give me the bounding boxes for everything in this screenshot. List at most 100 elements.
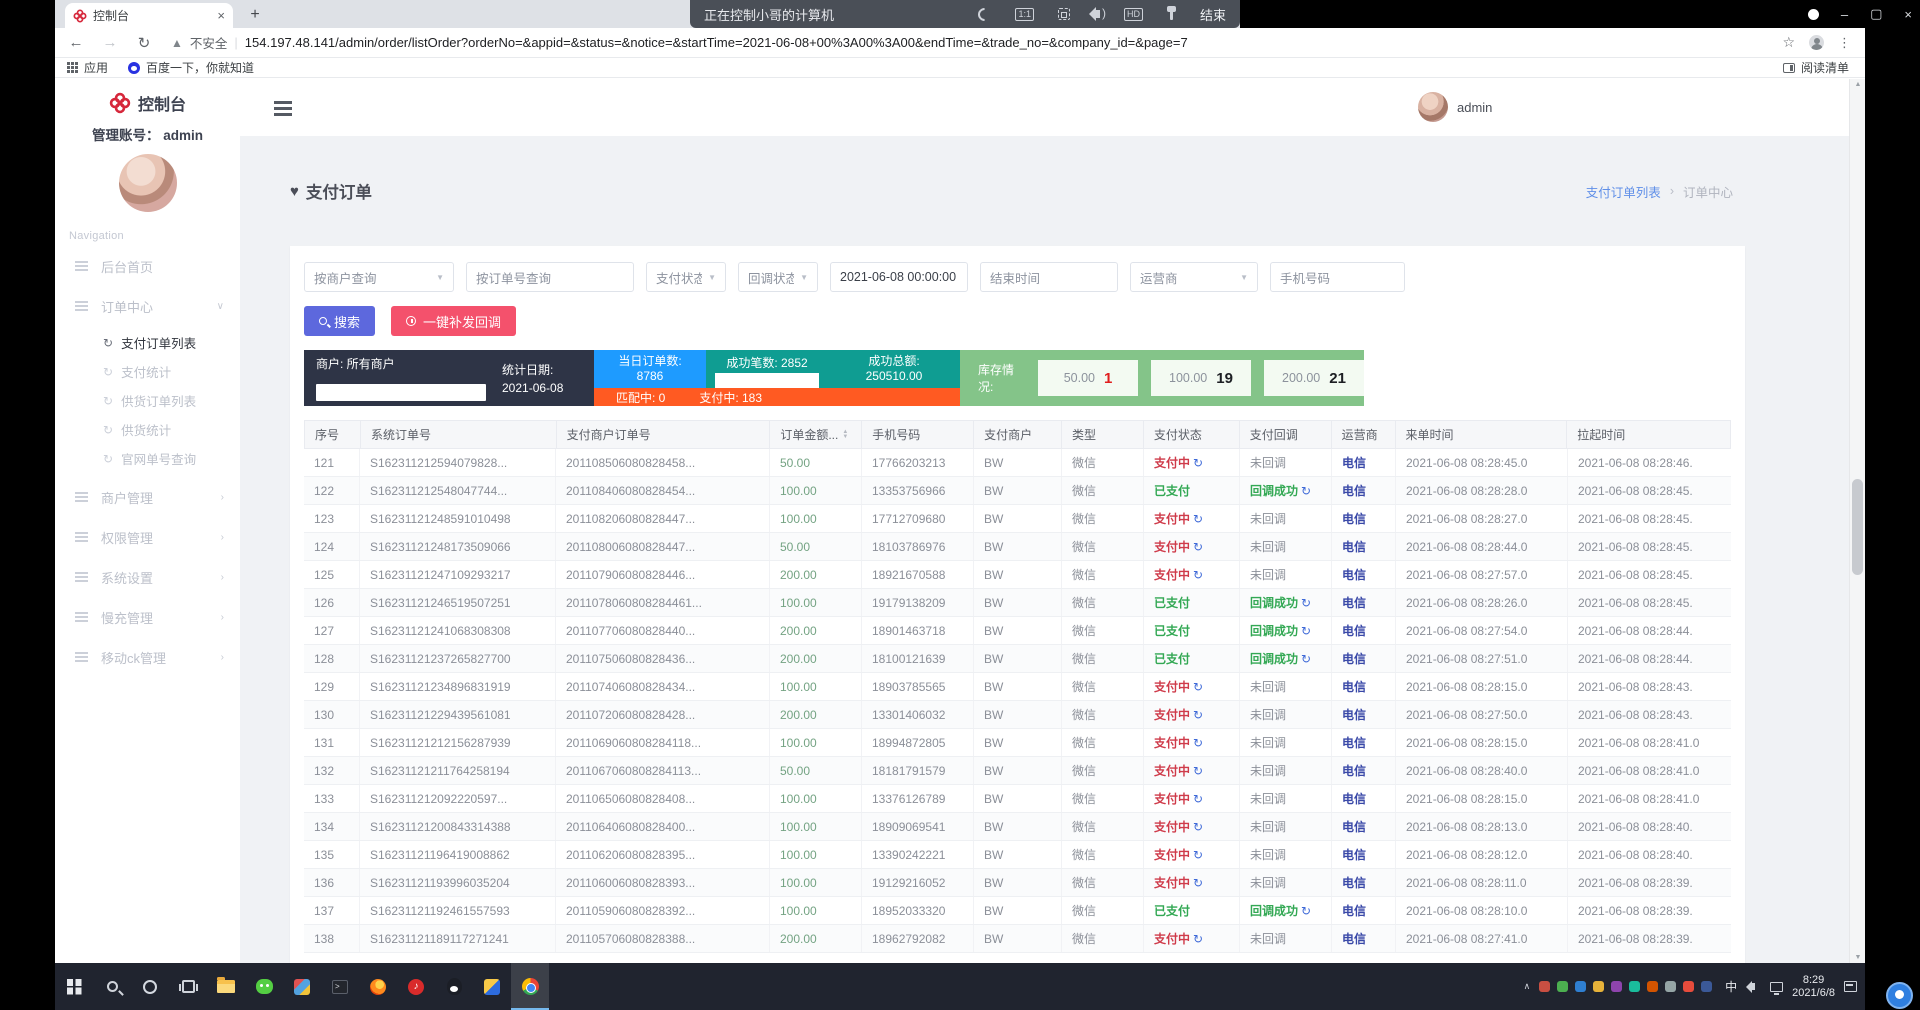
refresh-callback-icon[interactable]: ↻: [1301, 904, 1311, 918]
profile-icon[interactable]: [1809, 35, 1824, 50]
refresh-status-icon[interactable]: ↻: [1193, 848, 1203, 862]
refresh-status-icon[interactable]: ↻: [1193, 540, 1203, 554]
tab-close-icon[interactable]: ×: [217, 8, 225, 23]
taskbar-start-icon[interactable]: [55, 963, 93, 1010]
browser-menu-icon[interactable]: ⋮: [1838, 35, 1851, 51]
restore-icon[interactable]: ▢: [1870, 6, 1882, 22]
minimize-icon[interactable]: –: [1841, 7, 1848, 22]
voice-call-icon[interactable]: [976, 5, 994, 23]
refresh-status-icon[interactable]: ↻: [1193, 820, 1203, 834]
sidebar-subitem[interactable]: ↻官网单号查询: [55, 444, 240, 473]
network-icon[interactable]: [1770, 982, 1783, 992]
apps-grid-icon[interactable]: [67, 62, 78, 73]
tray-icon-2[interactable]: [1575, 981, 1586, 992]
tray-icon-6[interactable]: [1647, 981, 1658, 992]
sidebar-item[interactable]: 订单中心∨: [55, 286, 240, 326]
taskbar-firefox-icon[interactable]: [359, 963, 397, 1010]
refresh-status-icon[interactable]: ↻: [1193, 876, 1203, 890]
filter-input[interactable]: 2021-06-08 00:00:00: [830, 262, 968, 292]
refresh-callback-icon[interactable]: ↻: [1301, 652, 1311, 666]
topbar-user[interactable]: admin: [1418, 92, 1492, 122]
tray-icon-8[interactable]: [1683, 981, 1694, 992]
sidebar-item[interactable]: 系统设置›: [55, 557, 240, 597]
refresh-status-icon[interactable]: ↻: [1193, 708, 1203, 722]
resend-callback-button[interactable]: 一键补发回调: [391, 306, 516, 336]
search-button[interactable]: 搜索: [304, 306, 375, 336]
back-icon[interactable]: ←: [63, 34, 89, 51]
tray-expand-icon[interactable]: ∧: [1524, 981, 1531, 992]
tray-icon-9[interactable]: [1701, 981, 1712, 992]
refresh-status-icon[interactable]: ↻: [1193, 680, 1203, 694]
taskbar-chrome-icon[interactable]: [511, 963, 549, 1010]
refresh-status-icon[interactable]: ↻: [1193, 932, 1203, 946]
bookmark-star-icon[interactable]: ☆: [1782, 34, 1795, 51]
taskbar-task-view-icon[interactable]: [169, 963, 207, 1010]
end-session-button[interactable]: 结束: [1200, 5, 1226, 24]
refresh-status-icon[interactable]: ↻: [1193, 736, 1203, 750]
tray-icon-7[interactable]: [1665, 981, 1676, 992]
reading-list-label[interactable]: 阅读清单: [1801, 59, 1849, 76]
breadcrumb-parent[interactable]: 订单中心: [1683, 182, 1733, 201]
refresh-status-icon[interactable]: ↻: [1193, 764, 1203, 778]
sidebar-item[interactable]: 后台首页: [55, 246, 240, 286]
filter-input[interactable]: 结束时间: [980, 262, 1118, 292]
filter-select[interactable]: 支付状态▼: [646, 262, 726, 292]
refresh-status-icon[interactable]: ↻: [1193, 792, 1203, 806]
sidebar-subitem[interactable]: ↻供货订单列表: [55, 386, 240, 415]
volume-icon[interactable]: [1750, 983, 1755, 990]
taskbar-qq-icon[interactable]: [435, 963, 473, 1010]
sidebar-subitem[interactable]: ↻供货统计: [55, 415, 240, 444]
page-scrollbar[interactable]: ▲ ▼: [1849, 79, 1865, 963]
tray-icon-4[interactable]: [1611, 981, 1622, 992]
stats-merchant-input[interactable]: [316, 384, 486, 401]
scroll-up-icon[interactable]: ▲: [1850, 81, 1866, 88]
taskbar-music-icon[interactable]: ♪: [397, 963, 435, 1010]
stats-success-input[interactable]: [715, 373, 819, 388]
filter-input[interactable]: 手机号码: [1270, 262, 1405, 292]
tray-icon-1[interactable]: [1557, 981, 1568, 992]
hamburger-menu-icon[interactable]: [274, 101, 292, 104]
ratio-1-1-icon[interactable]: 1:1: [1015, 8, 1034, 21]
forward-icon[interactable]: →: [97, 34, 123, 51]
record-icon[interactable]: [1808, 9, 1819, 20]
filter-select[interactable]: 回调状态▼: [738, 262, 818, 292]
taskbar-file-explorer-icon[interactable]: [207, 963, 245, 1010]
tray-icon-0[interactable]: [1539, 981, 1550, 992]
close-icon[interactable]: ×: [1904, 7, 1912, 22]
taskbar-terminal-icon[interactable]: >: [321, 963, 359, 1010]
reload-icon[interactable]: ↻: [131, 34, 157, 52]
taskbar-cortana-icon[interactable]: [131, 963, 169, 1010]
scroll-down-icon[interactable]: ▼: [1850, 954, 1866, 961]
refresh-status-icon[interactable]: ↻: [1193, 512, 1203, 526]
sidebar-item[interactable]: 移动ck管理›: [55, 637, 240, 677]
sort-arrows-icon[interactable]: ▲▼: [842, 430, 848, 440]
sidebar-subitem[interactable]: ↻支付订单列表: [55, 328, 240, 357]
notification-center-icon[interactable]: [1844, 981, 1857, 992]
taskbar-wechat-icon[interactable]: [245, 963, 283, 1010]
sidebar-item[interactable]: 权限管理›: [55, 517, 240, 557]
refresh-status-icon[interactable]: ↻: [1193, 568, 1203, 582]
fullscreen-icon[interactable]: [1058, 8, 1070, 20]
column-header[interactable]: 订单金额...▲▼: [770, 421, 862, 448]
pin-icon[interactable]: [1170, 8, 1173, 20]
ime-indicator[interactable]: 中: [1721, 976, 1741, 997]
address-bar[interactable]: ▲ 不安全 | 154.197.48.141/admin/order/listO…: [171, 33, 1782, 52]
taskbar-player-icon[interactable]: [473, 963, 511, 1010]
remote-helper-bubble-icon[interactable]: [1886, 982, 1913, 1009]
filter-select[interactable]: 运营商▼: [1130, 262, 1258, 292]
sidebar-item[interactable]: 商户管理›: [55, 477, 240, 517]
apps-label[interactable]: 应用: [84, 59, 108, 76]
filter-input[interactable]: 按订单号查询: [466, 262, 634, 292]
refresh-callback-icon[interactable]: ↻: [1301, 624, 1311, 638]
browser-tab[interactable]: 控制台 ×: [65, 3, 233, 28]
user-avatar[interactable]: [119, 154, 177, 212]
refresh-callback-icon[interactable]: ↻: [1301, 596, 1311, 610]
sidebar-item[interactable]: 慢充管理›: [55, 597, 240, 637]
breadcrumb-current[interactable]: 支付订单列表: [1586, 182, 1661, 201]
filter-select[interactable]: 按商户查询▼: [304, 262, 454, 292]
new-tab-button[interactable]: +: [243, 4, 267, 26]
taskbar-photos-icon[interactable]: [283, 963, 321, 1010]
refresh-status-icon[interactable]: ↻: [1193, 456, 1203, 470]
tray-icon-5[interactable]: [1629, 981, 1640, 992]
scrollbar-thumb[interactable]: [1852, 479, 1863, 575]
